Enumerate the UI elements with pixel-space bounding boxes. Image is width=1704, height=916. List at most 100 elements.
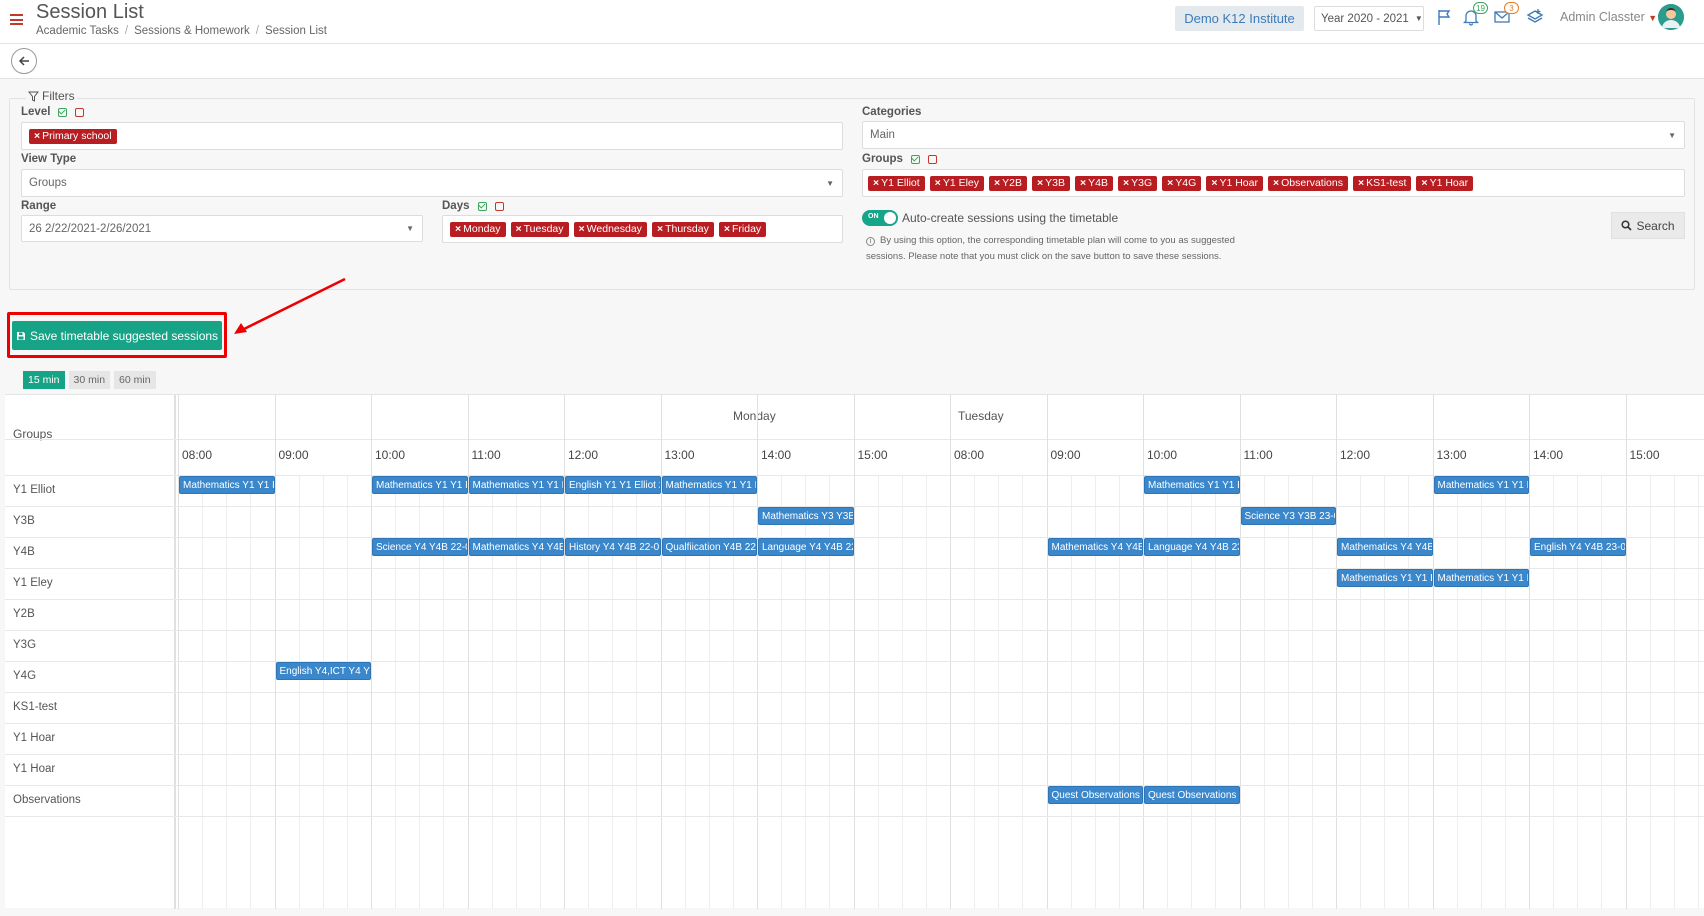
save-timetable-button[interactable]: Save timetable suggested sessions <box>12 321 222 350</box>
remove-tag-icon[interactable]: × <box>724 223 730 235</box>
auto-create-label: Auto-create sessions using the timetable <box>902 211 1119 225</box>
day-tag[interactable]: × Friday <box>718 221 767 237</box>
group-tag[interactable]: × Y1 Eley <box>929 175 984 191</box>
level-field[interactable]: × Primary school <box>21 122 843 150</box>
group-tag[interactable]: × Y1 Hoar <box>1416 175 1474 191</box>
bell-icon[interactable]: 19 <box>1462 2 1488 26</box>
time-header: 15:00 <box>1629 448 1660 462</box>
remove-tag-icon[interactable]: × <box>994 177 1000 189</box>
interval-15min[interactable]: 15 min <box>23 371 65 389</box>
day-tag[interactable]: × Monday <box>450 221 506 237</box>
session-event[interactable]: Mathematics Y3 Y3B <box>758 507 854 525</box>
group-tag[interactable]: × Y4G <box>1162 175 1202 191</box>
session-event[interactable]: Language Y4 Y4B 22 <box>758 538 854 556</box>
day-tag[interactable]: × Thursday <box>651 221 714 237</box>
time-header: 09:00 <box>1050 448 1081 462</box>
remove-tag-icon[interactable]: × <box>657 223 663 235</box>
session-event[interactable]: Mathematics Y1 Y1 E <box>1337 569 1433 587</box>
remove-tag-icon[interactable]: × <box>873 177 879 189</box>
remove-tag-icon[interactable]: × <box>935 177 941 189</box>
menu-icon[interactable] <box>10 14 23 25</box>
session-event[interactable]: Mathematics Y1 Y1 E <box>468 476 564 494</box>
session-event[interactable]: Mathematics Y1 Y1 E <box>1433 569 1529 587</box>
remove-tag-icon[interactable]: × <box>455 223 461 235</box>
auto-create-info: i By using this option, the corresponding… <box>866 233 1246 265</box>
interval-30min[interactable]: 30 min <box>68 371 111 389</box>
session-event[interactable]: Mathematics Y4 Y4B <box>468 538 564 556</box>
remove-tag-icon[interactable]: × <box>579 223 585 235</box>
breadcrumb-academic-tasks[interactable]: Academic Tasks <box>36 25 119 37</box>
group-tag[interactable]: × Observations <box>1267 175 1348 191</box>
remove-tag-icon[interactable]: × <box>1037 177 1043 189</box>
session-event[interactable]: Mathematics Y1 Y1 E <box>661 476 757 494</box>
remove-tag-icon[interactable]: × <box>1080 177 1086 189</box>
select-all-checkbox-icon[interactable] <box>910 154 920 164</box>
group-tag[interactable]: × KS1-test <box>1353 175 1412 191</box>
days-field[interactable]: × Monday × Tuesday × Wednesday × Thursday × F… <box>442 215 843 243</box>
day-tag[interactable]: × Tuesday <box>510 221 569 237</box>
session-event[interactable]: Mathematics Y4 Y4B <box>1047 538 1143 556</box>
layers-icon[interactable] <box>1526 8 1544 26</box>
year-select[interactable]: Year 2020 - 2021 ▼ <box>1314 6 1424 31</box>
days-label: Days <box>442 200 504 212</box>
clear-all-checkbox-icon[interactable] <box>494 201 504 211</box>
remove-tag-icon[interactable]: × <box>516 223 522 235</box>
day-header-tuesday: Tuesday <box>958 409 1004 423</box>
session-event[interactable]: Quest Observations <box>1047 786 1143 804</box>
group-tag[interactable]: × Y3G <box>1118 175 1158 191</box>
clear-all-checkbox-icon[interactable] <box>927 154 937 164</box>
user-menu[interactable]: Admin Classter ▼ <box>1560 10 1657 24</box>
session-event[interactable]: Science Y3 Y3B 23-0: <box>1240 507 1336 525</box>
day-tag[interactable]: × Wednesday <box>573 221 647 237</box>
breadcrumb-sessions-homework[interactable]: Sessions & Homework <box>134 25 250 37</box>
clear-all-checkbox-icon[interactable] <box>75 107 85 117</box>
groups-label-text: Groups <box>862 153 903 165</box>
remove-tag-icon[interactable]: × <box>34 130 40 142</box>
institute-button[interactable]: Demo K12 Institute <box>1175 6 1304 31</box>
grid-line <box>1046 395 1048 909</box>
interval-60min[interactable]: 60 min <box>114 371 156 389</box>
session-event[interactable]: English Y4 Y4B 23-0: <box>1530 538 1626 556</box>
groups-field[interactable]: × Y1 Elliot × Y1 Eley × Y2B × Y3B × Y4B × Y3G … <box>862 169 1685 197</box>
select-all-checkbox-icon[interactable] <box>477 201 487 211</box>
time-header: 11:00 <box>471 448 501 462</box>
session-event[interactable]: Language Y4 Y4B 23 <box>1144 538 1240 556</box>
session-event[interactable]: Science Y4 Y4B 22-0: <box>372 538 468 556</box>
session-event[interactable]: English Y1 Y1 Elliot 2 <box>565 476 661 494</box>
session-event[interactable]: History Y4 Y4B 22-0: <box>565 538 661 556</box>
session-event[interactable]: English Y4,ICT Y4 Y4 <box>275 662 371 680</box>
flag-icon[interactable] <box>1436 8 1454 26</box>
group-tag[interactable]: × Y1 Hoar <box>1206 175 1263 191</box>
auto-create-toggle[interactable]: ON <box>862 210 898 226</box>
session-event[interactable]: Mathematics Y1 Y1 E <box>372 476 468 494</box>
session-event[interactable]: Mathematics Y1 Y1 E <box>1144 476 1240 494</box>
remove-tag-icon[interactable]: × <box>1211 177 1217 189</box>
level-tag[interactable]: × Primary school <box>29 128 117 144</box>
session-event[interactable]: Mathematics Y1 Y1 E <box>1433 476 1529 494</box>
top-bar: Session List Academic Tasks / Sessions &… <box>0 0 1704 44</box>
session-event[interactable]: Qualfiication Y4B 22 <box>661 538 757 556</box>
remove-tag-icon[interactable]: × <box>1421 177 1427 189</box>
select-all-checkbox-icon[interactable] <box>58 107 68 117</box>
group-tag[interactable]: × Y3B <box>1032 175 1070 191</box>
remove-tag-icon[interactable]: × <box>1273 177 1279 189</box>
back-button[interactable] <box>11 48 37 74</box>
group-tag[interactable]: × Y4B <box>1075 175 1113 191</box>
session-event[interactable]: Mathematics Y1 Y1 E <box>179 476 275 494</box>
remove-tag-icon[interactable]: × <box>1167 177 1173 189</box>
categories-select[interactable]: Main ▼ <box>862 121 1685 149</box>
remove-tag-icon[interactable]: × <box>1358 177 1364 189</box>
grid-line <box>5 754 1704 755</box>
viewtype-select[interactable]: Groups ▼ <box>21 169 843 197</box>
session-event[interactable]: Quest Observations <box>1144 786 1240 804</box>
grid-line <box>853 395 855 909</box>
avatar[interactable] <box>1658 4 1684 30</box>
group-tag[interactable]: × Y2B <box>989 175 1027 191</box>
day-tag-label: Thursday <box>665 223 709 235</box>
group-tag[interactable]: × Y1 Elliot <box>868 175 925 191</box>
session-event[interactable]: Mathematics Y4 Y4B <box>1337 538 1433 556</box>
remove-tag-icon[interactable]: × <box>1123 177 1129 189</box>
mail-icon[interactable]: 3 <box>1493 2 1519 26</box>
search-button[interactable]: Search <box>1611 212 1685 239</box>
range-select[interactable]: 26 2/22/2021-2/26/2021 ▼ <box>21 215 423 242</box>
